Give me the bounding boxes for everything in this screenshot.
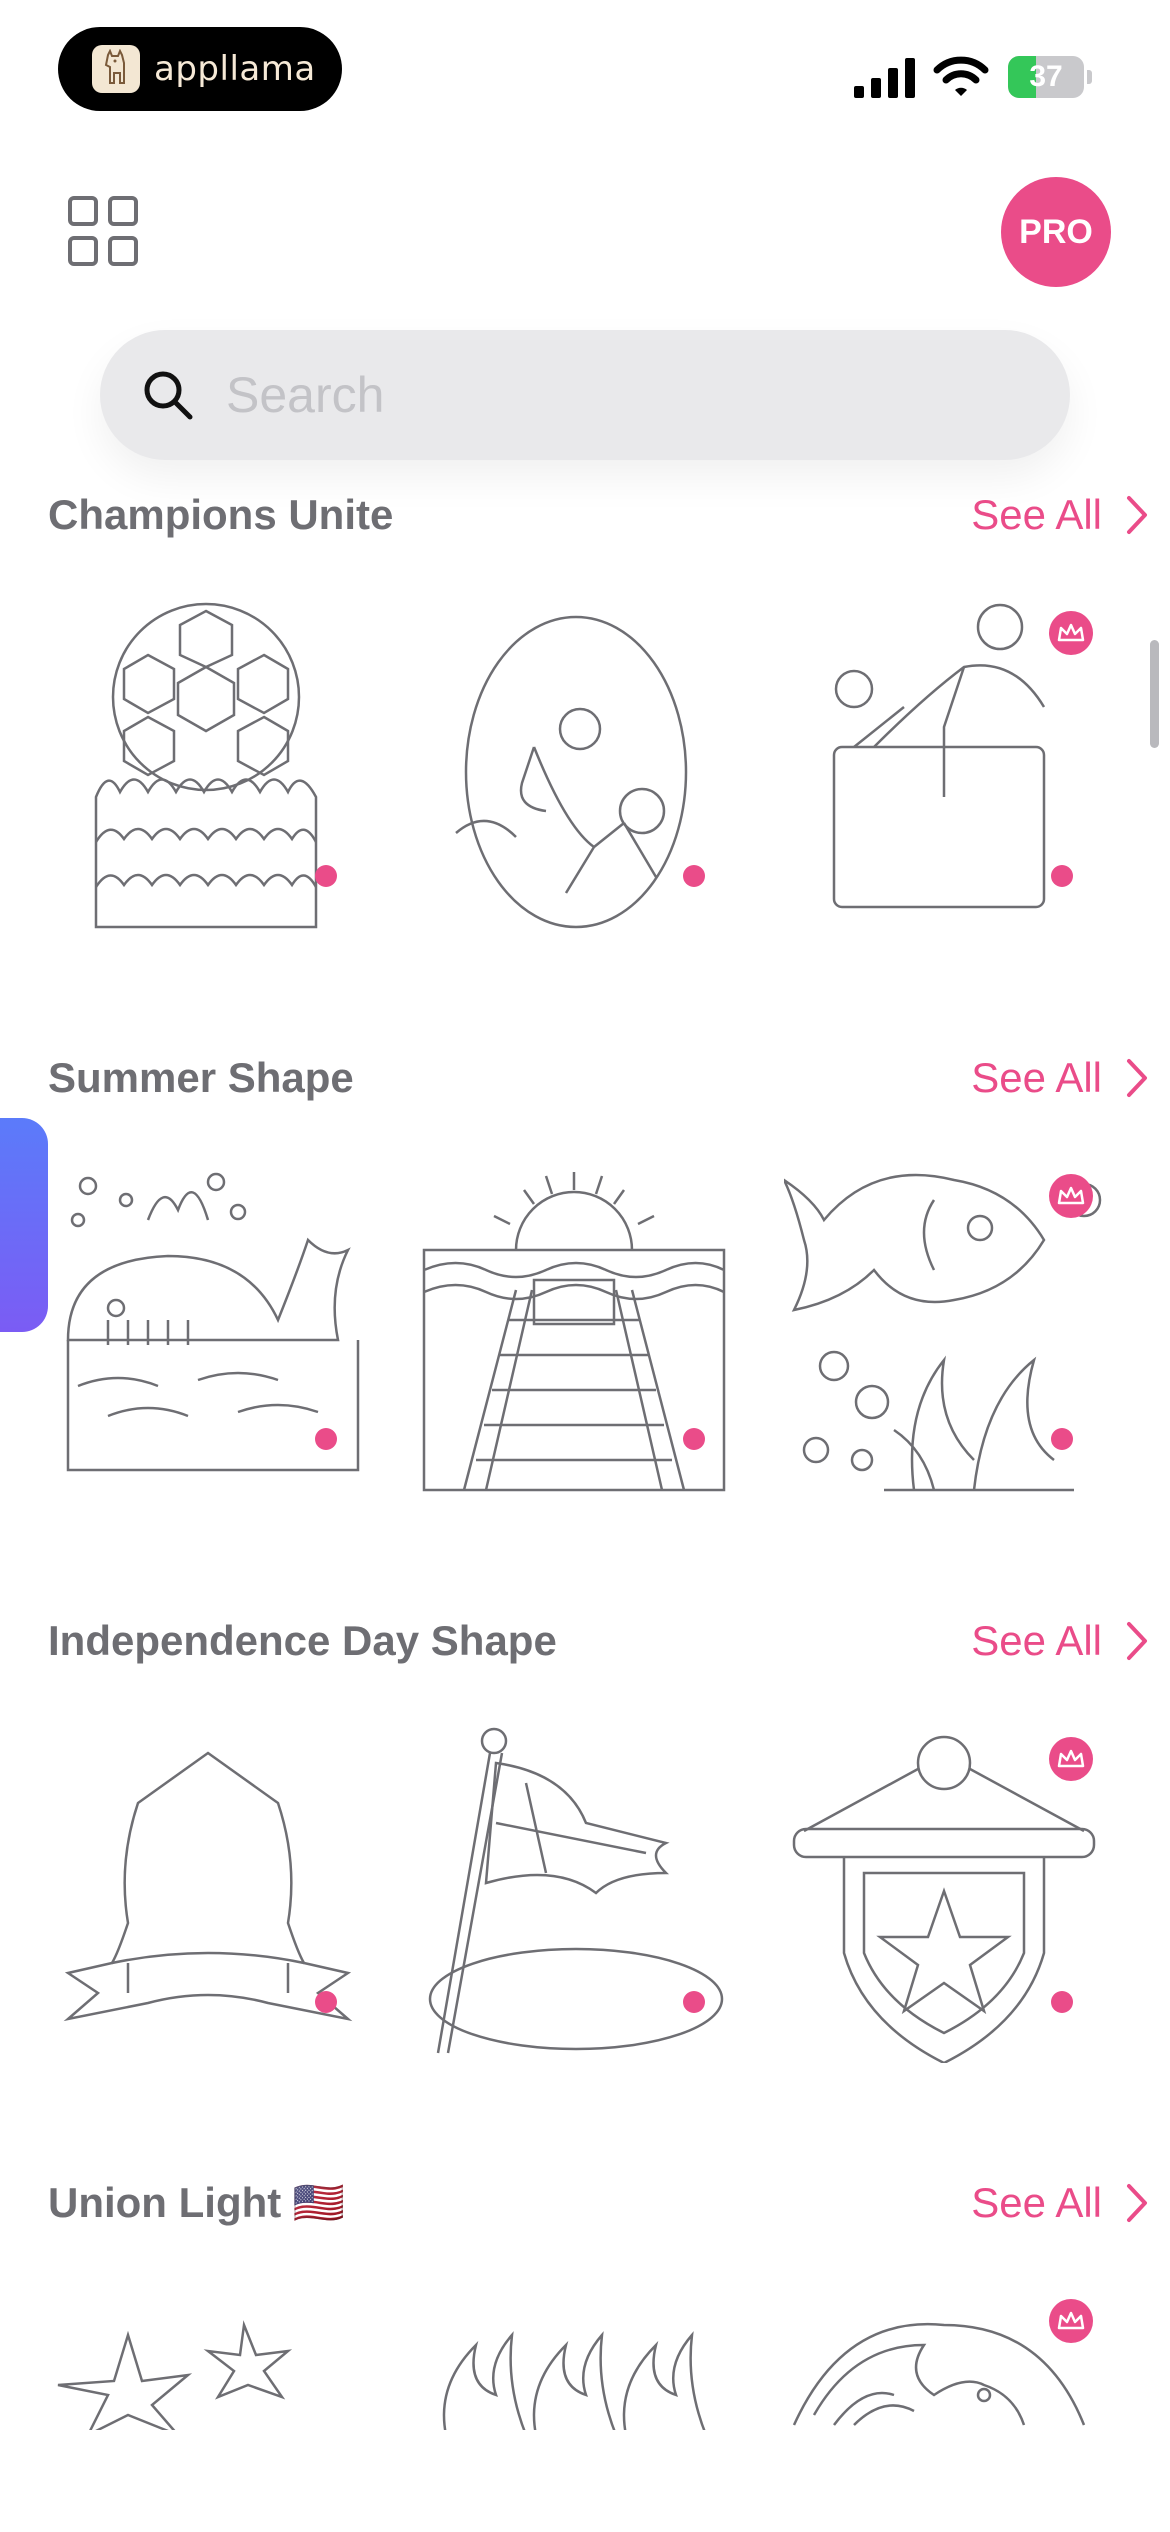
shape-card[interactable]: [784, 597, 1104, 937]
soccer-trophy-shape: [94, 602, 318, 929]
shape-card[interactable]: [416, 1160, 736, 1500]
premium-crown-badge: [1049, 611, 1093, 655]
status-dot: [315, 1428, 337, 1450]
premium-crown-badge: [1049, 1174, 1093, 1218]
shape-card[interactable]: [416, 1723, 736, 2063]
sunset-pier-shape: [422, 1172, 726, 1492]
chevron-right-icon: [1127, 496, 1147, 534]
section-title: Union Light 🇺🇸: [48, 2179, 346, 2226]
see-all-button[interactable]: See All: [971, 487, 1148, 543]
status-dot: [1051, 1991, 1073, 2013]
waving-flag-shape: [428, 1727, 724, 2054]
chevron-right-icon: [1127, 2184, 1147, 2222]
battery-cap: [1087, 70, 1092, 84]
battery-indicator: 37: [1008, 56, 1092, 98]
chevron-right-icon: [1127, 1059, 1147, 1097]
shape-card[interactable]: [48, 1160, 368, 1500]
section-title: Independence Day Shape: [48, 1617, 557, 1664]
battery-body: 37: [1008, 56, 1084, 98]
whale-waves-shape: [66, 1172, 360, 1472]
battery-percent-label: 37: [1029, 60, 1063, 93]
status-dot: [1051, 865, 1073, 887]
status-bar: appllama 37: [0, 0, 1170, 140]
premium-crown-badge: [1049, 2299, 1093, 2343]
dome-banner-shape: [63, 1751, 353, 2022]
see-all-button[interactable]: See All: [971, 2175, 1148, 2231]
see-all-label: See All: [971, 1617, 1102, 1664]
premium-crown-badge: [1049, 1737, 1093, 1781]
shape-card[interactable]: [784, 1723, 1104, 2063]
pro-button[interactable]: PRO: [1001, 177, 1111, 287]
see-all-label: See All: [971, 2179, 1102, 2226]
crown-icon: [1057, 1749, 1085, 1768]
crown-icon: [1057, 1186, 1085, 1205]
search-icon: [144, 371, 193, 420]
app-pill-label: appllama: [154, 49, 316, 89]
see-all-button[interactable]: See All: [971, 1613, 1148, 1669]
status-dot: [315, 865, 337, 887]
shape-card[interactable]: [48, 1723, 368, 2063]
grid-icon: [108, 236, 138, 266]
shape-card[interactable]: [416, 597, 736, 937]
llama-logo-icon: [92, 45, 140, 93]
section-title: Summer Shape: [48, 1054, 354, 1101]
section-title: Champions Unite: [48, 491, 394, 538]
shape-card[interactable]: [48, 597, 368, 937]
crown-icon: [1057, 2311, 1085, 2330]
scroll-indicator[interactable]: [1150, 640, 1159, 748]
see-all-button[interactable]: See All: [971, 1050, 1148, 1106]
cellular-signal-icon: [854, 58, 915, 98]
section-champions-unite: Champions Unite See All: [0, 487, 1170, 1047]
bicycle-kick-shape: [455, 615, 688, 929]
side-drawer-tab[interactable]: [0, 1118, 48, 1332]
see-all-label: See All: [971, 1054, 1102, 1101]
app-recording-pill[interactable]: appllama: [58, 27, 342, 111]
section-summer-shape: Summer Shape See All: [0, 1050, 1170, 1610]
search-placeholder: Search: [226, 367, 385, 423]
status-dot: [315, 1991, 337, 2013]
status-dot: [1051, 1428, 1073, 1450]
chevron-right-icon: [1127, 1622, 1147, 1660]
section-independence-day-shape: Independence Day Shape See All: [0, 1613, 1170, 2173]
section-union-light: Union Light 🇺🇸 See All: [0, 2175, 1170, 2438]
status-dot: [683, 1991, 705, 2013]
grid-menu-button[interactable]: [68, 196, 140, 268]
status-dot: [683, 1428, 705, 1450]
bottom-clip: [0, 2430, 1170, 2532]
shape-card[interactable]: [784, 1160, 1104, 1500]
status-dot: [683, 865, 705, 887]
crown-icon: [1057, 623, 1085, 642]
search-input[interactable]: Search: [100, 330, 1070, 460]
grid-icon: [108, 196, 138, 226]
grid-icon: [68, 196, 98, 226]
see-all-label: See All: [971, 491, 1102, 538]
grid-icon: [68, 236, 98, 266]
wifi-icon: [933, 56, 989, 96]
